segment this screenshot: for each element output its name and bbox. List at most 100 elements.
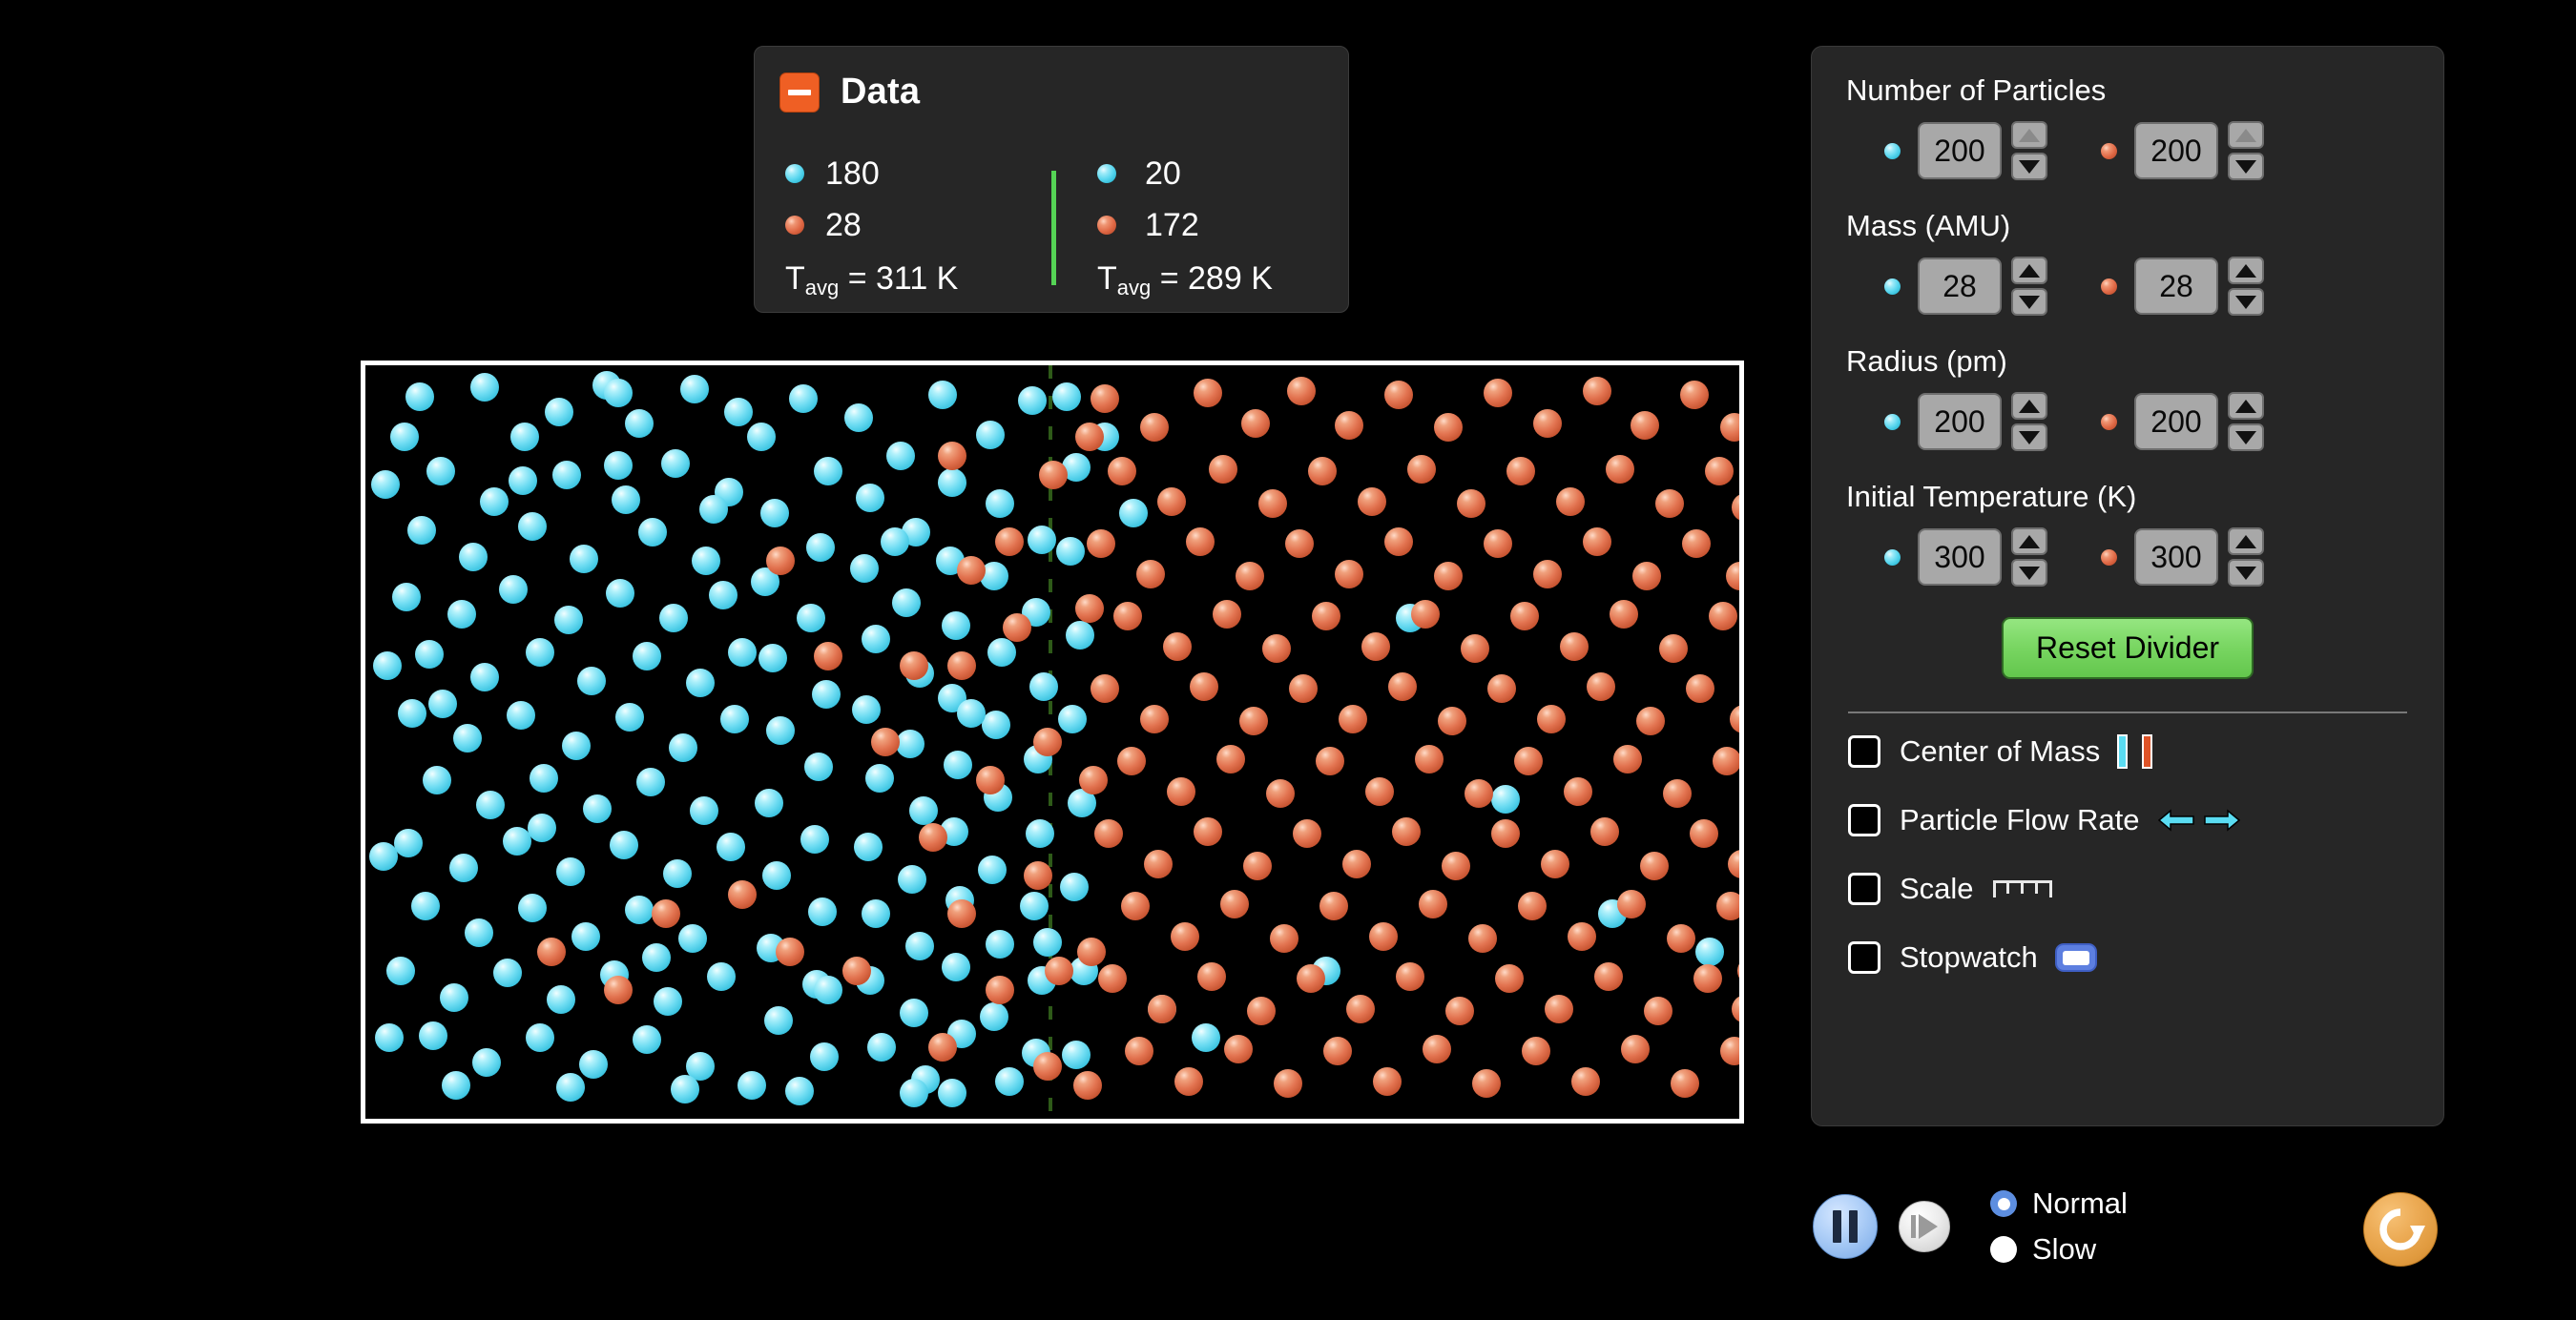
blue-particle-icon (1884, 142, 1901, 159)
speed-option-slow[interactable]: Slow (1990, 1227, 2128, 1272)
blue-particle (411, 892, 440, 920)
blue-particle (369, 842, 398, 871)
blue-initial-temperature-decrement[interactable] (2011, 559, 2047, 587)
orange-number-of-particles-input[interactable]: 200 (2134, 122, 2218, 179)
orange-mass-arrows (2228, 257, 2264, 316)
data-right-column: 20 172 Tavg = 289 K (1051, 148, 1348, 299)
chevron-up-icon (2235, 263, 2256, 278)
checkbox-row-scale[interactable]: Scale (1844, 858, 2411, 919)
orange-number-of-particles-increment[interactable] (2228, 121, 2264, 149)
orange-particle (976, 766, 1005, 794)
chevron-up-icon (2019, 128, 2040, 142)
orange-mass-decrement[interactable] (2228, 288, 2264, 316)
orange-radius-decrement[interactable] (2228, 423, 2264, 451)
center-of-mass-bars-icon (2117, 734, 2153, 769)
blue-initial-temperature-increment[interactable] (2011, 527, 2047, 555)
checkbox-row-center-of-mass[interactable]: Center of Mass (1844, 721, 2411, 782)
blue-particle (554, 606, 583, 634)
orange-particle (1484, 379, 1512, 407)
orange-particle (1075, 423, 1104, 451)
blue-particle (812, 680, 841, 709)
orange-initial-temperature-increment[interactable] (2228, 527, 2264, 555)
orange-mass-input[interactable]: 28 (2134, 258, 2218, 315)
section-title-initial-temperature: Initial Temperature (K) (1846, 480, 2137, 513)
blue-radius-arrows (2011, 392, 2047, 451)
pause-button[interactable] (1813, 1194, 1878, 1259)
blue-mass-decrement[interactable] (2011, 288, 2047, 316)
speed-option-normal[interactable]: Normal (1990, 1181, 2128, 1227)
radius-row: 200 200 (1844, 386, 2411, 457)
blue-particle (881, 527, 909, 556)
blue-number-of-particles-decrement[interactable] (2011, 153, 2047, 180)
particle-flow-rate-checkbox[interactable] (1848, 804, 1880, 836)
blue-particle (530, 764, 558, 793)
orange-particle (652, 899, 680, 928)
orange-particle (1445, 997, 1474, 1025)
collapse-icon[interactable] (779, 72, 820, 113)
chevron-up-icon (2019, 399, 2040, 413)
orange-initial-temperature-decrement[interactable] (2228, 559, 2264, 587)
orange-particle-icon (2101, 278, 2117, 295)
particle-container[interactable] (361, 361, 1744, 1124)
section-title-radius: Radius (pm) (1846, 344, 2007, 378)
particle-flow-rate-label: Particle Flow Rate (1900, 803, 2140, 836)
orange-particle (1339, 705, 1367, 733)
orange-particle (1073, 1071, 1102, 1100)
orange-particle (1174, 1067, 1203, 1096)
blue-particle (545, 398, 573, 426)
orange-particle (1365, 777, 1394, 806)
blue-radius-increment[interactable] (2011, 392, 2047, 420)
blue-number-of-particles-spinner: 200 (1884, 121, 2047, 180)
blue-mass-input[interactable]: 28 (1918, 258, 2002, 315)
blue-particle (610, 831, 638, 859)
orange-particle (1342, 850, 1371, 878)
blue-particle (806, 533, 835, 562)
blue-particle (633, 1025, 661, 1054)
orange-particle (900, 651, 928, 680)
orange-radius-increment[interactable] (2228, 392, 2264, 420)
stopwatch-checkbox[interactable] (1848, 941, 1880, 974)
blue-particle (1066, 621, 1094, 650)
blue-initial-temperature-input[interactable]: 300 (1918, 528, 2002, 586)
center-of-mass-checkbox[interactable] (1848, 735, 1880, 768)
orange-particle (1411, 600, 1440, 629)
orange-particle (1312, 602, 1340, 630)
step-forward-button[interactable] (1899, 1201, 1950, 1252)
reset-all-button[interactable] (2363, 1192, 2438, 1267)
orange-particle (1094, 819, 1123, 848)
right-orange-count-row: 172 (1097, 199, 1348, 251)
orange-number-of-particles-decrement[interactable] (2228, 153, 2264, 180)
normal-radio[interactable] (1990, 1190, 2017, 1217)
orange-radius-input[interactable]: 200 (2134, 393, 2218, 450)
blue-number-of-particles-increment[interactable] (2011, 121, 2047, 149)
scale-checkbox[interactable] (1848, 873, 1880, 905)
chevron-up-icon (2235, 534, 2256, 548)
orange-particle (1087, 529, 1115, 558)
orange-particle (1236, 562, 1264, 590)
blue-particle (728, 638, 757, 667)
blue-radius-input[interactable]: 200 (1918, 393, 2002, 450)
blue-number-of-particles-input[interactable]: 200 (1918, 122, 2002, 179)
blue-particle (987, 638, 1016, 667)
left-blue-count: 180 (825, 155, 880, 192)
orange-particle (1632, 562, 1661, 590)
reset-divider-button[interactable]: Reset Divider (2001, 617, 2254, 679)
blue-particle (909, 796, 938, 825)
blue-particle-icon (1884, 413, 1901, 430)
blue-particle (1052, 382, 1081, 411)
orange-mass-increment[interactable] (2228, 257, 2264, 284)
checkbox-row-particle-flow-rate[interactable]: Particle Flow Rate (1844, 790, 2411, 851)
blue-particle (375, 1023, 404, 1052)
orange-particle-icon (1097, 216, 1116, 235)
orange-particle (1108, 457, 1136, 485)
orange-initial-temperature-input[interactable]: 300 (2134, 528, 2218, 586)
orange-number-of-particles-arrows (2228, 121, 2264, 180)
orange-particle (1583, 377, 1611, 405)
blue-radius-decrement[interactable] (2011, 423, 2047, 451)
blue-particle (556, 1073, 585, 1102)
checkbox-row-stopwatch[interactable]: Stopwatch (1844, 927, 2411, 988)
orange-particle (1491, 819, 1520, 848)
blue-mass-increment[interactable] (2011, 257, 2047, 284)
blue-particle (944, 751, 972, 779)
slow-radio[interactable] (1990, 1236, 2017, 1263)
